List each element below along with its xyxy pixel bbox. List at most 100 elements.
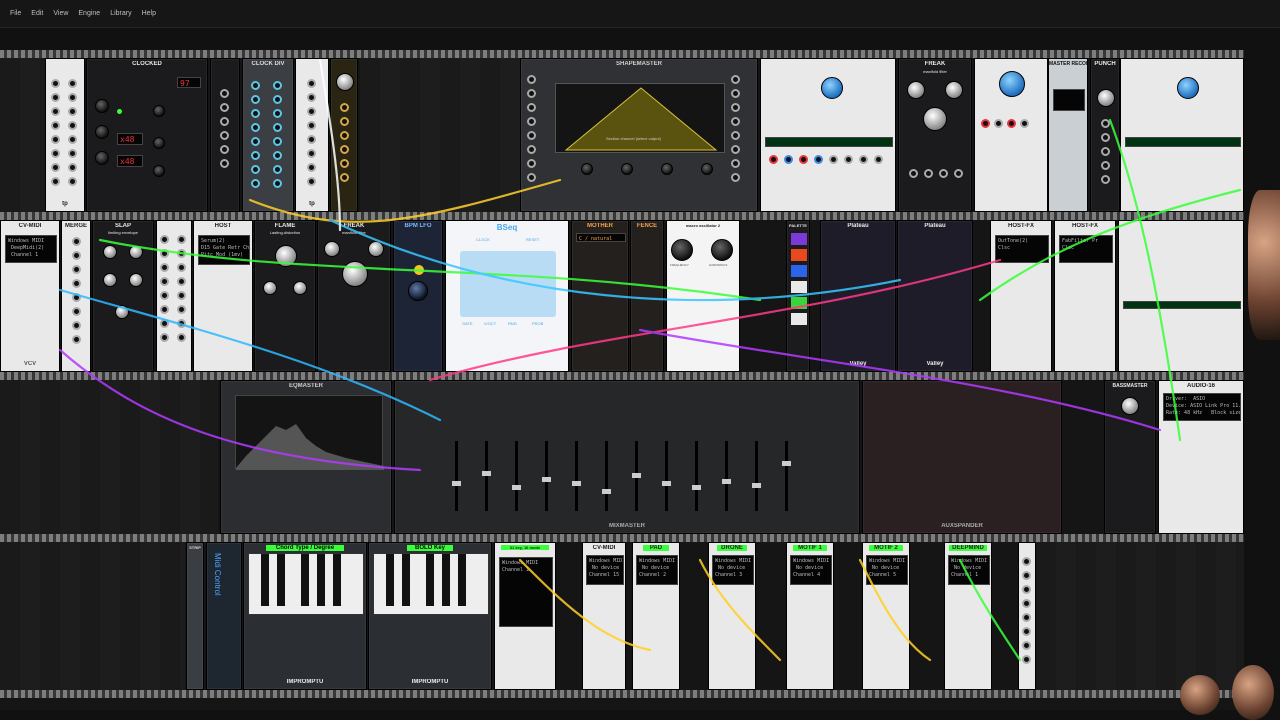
module-mult[interactable] <box>156 220 192 372</box>
module-macro-oscillator[interactable]: macro oscillator 2 FREQUENCY HARMONICS <box>666 220 740 372</box>
knob[interactable] <box>153 105 165 117</box>
eq-spectrum[interactable] <box>235 395 384 470</box>
knob[interactable] <box>408 281 428 301</box>
knob[interactable] <box>945 81 963 99</box>
module-bseq[interactable]: BSeq CLOCK RESET GATE V/OCT RND PROB <box>445 220 569 372</box>
knob[interactable] <box>129 245 143 259</box>
knob[interactable] <box>336 73 354 91</box>
knob[interactable] <box>1177 77 1199 99</box>
menu-library[interactable]: Library <box>106 7 135 20</box>
module-audio-16[interactable]: AUDIO-16 Driver: ASIO Device: ASIO Link … <box>1158 380 1244 534</box>
module-mult[interactable]: tp <box>295 58 329 212</box>
knob[interactable] <box>821 77 843 99</box>
module-midi-deepmind[interactable]: DEEPMIND Windows MIDI No device Channel … <box>944 542 992 690</box>
module-mother[interactable]: MOTHER C / natural <box>571 220 629 372</box>
module-cv-midi[interactable]: CV-MIDI Windows MIDI DeepMidi(2) Channel… <box>0 220 60 372</box>
knob[interactable] <box>103 245 117 259</box>
module-bassmaster[interactable]: BASSMASTER <box>1104 380 1156 534</box>
frequency-knob[interactable] <box>671 239 693 261</box>
module-slap[interactable]: SLAP limiting envelope <box>92 220 154 372</box>
module-auxspander[interactable]: AUXSPANDER <box>862 380 1062 534</box>
color-swatch[interactable] <box>791 233 807 245</box>
channel-fader[interactable] <box>632 441 641 511</box>
color-swatch[interactable] <box>791 265 807 277</box>
knob[interactable] <box>999 71 1025 97</box>
knob[interactable] <box>621 163 633 175</box>
module-midi-drone[interactable]: DRONE Windows MIDI No device Channel 3 <box>708 542 756 690</box>
knob[interactable] <box>115 305 129 319</box>
cutoff-knob[interactable] <box>923 107 947 131</box>
module-host-fx-2[interactable]: HOST-FX FabFilter Pr Clsc <box>1054 220 1116 372</box>
module-sampler[interactable] <box>760 58 896 212</box>
module-plateau[interactable]: Plateau Valley <box>820 220 896 372</box>
knob[interactable] <box>1097 89 1115 107</box>
module-midi-motif-1[interactable]: MOTIF 1 Windows MIDI No device Channel 4 <box>786 542 834 690</box>
channel-fader[interactable] <box>542 441 551 511</box>
module-rack[interactable]: tp CLOCKED 97 x48 x48 CLOCK DIV tp SHAPE… <box>0 50 1244 710</box>
channel-fader[interactable] <box>512 441 521 511</box>
color-swatch[interactable] <box>791 313 807 325</box>
menu-engine[interactable]: Engine <box>74 7 104 20</box>
knob[interactable] <box>103 273 117 287</box>
module-strip[interactable]: STRIP <box>186 542 204 690</box>
module-host-fx[interactable]: HOST-FX OutTone(2) Clsc <box>990 220 1052 372</box>
module-midi-keys[interactable]: 31 key, 16 mode Windows MIDI Channel 1 <box>494 542 556 690</box>
piano-keyboard[interactable] <box>373 553 489 615</box>
module-clk[interactable] <box>1018 542 1036 690</box>
color-swatch[interactable] <box>791 249 807 261</box>
menu-file[interactable]: File <box>6 7 25 20</box>
knob[interactable] <box>95 99 109 113</box>
channel-fader[interactable] <box>482 441 491 511</box>
module-clocked[interactable]: CLOCKED 97 x48 x48 <box>86 58 208 212</box>
channel-fader[interactable] <box>662 441 671 511</box>
module-shapemaster[interactable]: SHAPEMASTER Section channel (select outp… <box>520 58 758 212</box>
knob[interactable] <box>95 125 109 139</box>
module-host[interactable]: HOST Serum(2) D15 Gate Retr Chan Pitc Mo… <box>193 220 253 372</box>
module-midi-motif-2[interactable]: MOTIF 2 Windows MIDI No device Channel 5 <box>862 542 910 690</box>
module-chord-keys[interactable]: Chord Type / Degree IMPROMPTU <box>243 542 367 690</box>
knob[interactable] <box>581 163 593 175</box>
knob[interactable] <box>275 245 297 267</box>
module-vca[interactable] <box>330 58 358 212</box>
module-sampler-3[interactable] <box>1120 58 1244 212</box>
color-swatch[interactable] <box>791 281 807 293</box>
menu-edit[interactable]: Edit <box>27 7 47 20</box>
module-merge[interactable]: MERGE <box>61 220 91 372</box>
empty-rack-slot[interactable] <box>0 380 218 534</box>
knob[interactable] <box>95 151 109 165</box>
module-flame[interactable]: FLAME Lasting-distortion <box>254 220 316 372</box>
channel-fader[interactable] <box>692 441 701 511</box>
module-clock-div[interactable]: CLOCK DIV <box>242 58 294 212</box>
channel-fader[interactable] <box>572 441 581 511</box>
master-fader[interactable] <box>782 441 791 511</box>
module-midi-pad[interactable]: PAD Windows MIDI No device Channel 2 <box>632 542 680 690</box>
module-cv-midi-bottom[interactable]: CV-MIDI Windows MIDI No device Channel 1… <box>582 542 626 690</box>
module-master-recorder[interactable]: MASTER RECORDER <box>1048 58 1088 212</box>
module-freak-mid[interactable]: FREAK manifold filter <box>317 220 391 372</box>
knob[interactable] <box>701 163 713 175</box>
knob[interactable] <box>907 81 925 99</box>
channel-fader[interactable] <box>602 441 611 511</box>
knob[interactable] <box>661 163 673 175</box>
module-fence[interactable]: FENCE <box>630 220 664 372</box>
menu-view[interactable]: View <box>49 7 72 20</box>
channel-fader[interactable] <box>722 441 731 511</box>
knob[interactable] <box>368 241 384 257</box>
knob[interactable] <box>1121 397 1139 415</box>
color-swatch[interactable] <box>791 297 807 309</box>
module-palette[interactable]: PALETTE <box>786 220 810 372</box>
knob[interactable] <box>153 165 165 177</box>
module-clock-sub[interactable] <box>210 58 240 212</box>
module-sampler-4[interactable] <box>1118 220 1244 372</box>
menu-help[interactable]: Help <box>138 7 160 20</box>
module-freak-top[interactable]: FREAK manifold filter <box>898 58 972 212</box>
module-midi-control[interactable]: Midi Control <box>206 542 242 690</box>
empty-rack-slot[interactable] <box>1036 542 1244 690</box>
channel-fader[interactable] <box>452 441 461 511</box>
channel-fader[interactable] <box>752 441 761 511</box>
knob[interactable] <box>129 273 143 287</box>
knob[interactable] <box>153 137 165 149</box>
harmonics-knob[interactable] <box>711 239 733 261</box>
module-bpm-lfo[interactable]: BPM LFO <box>393 220 443 372</box>
knob[interactable] <box>293 281 307 295</box>
